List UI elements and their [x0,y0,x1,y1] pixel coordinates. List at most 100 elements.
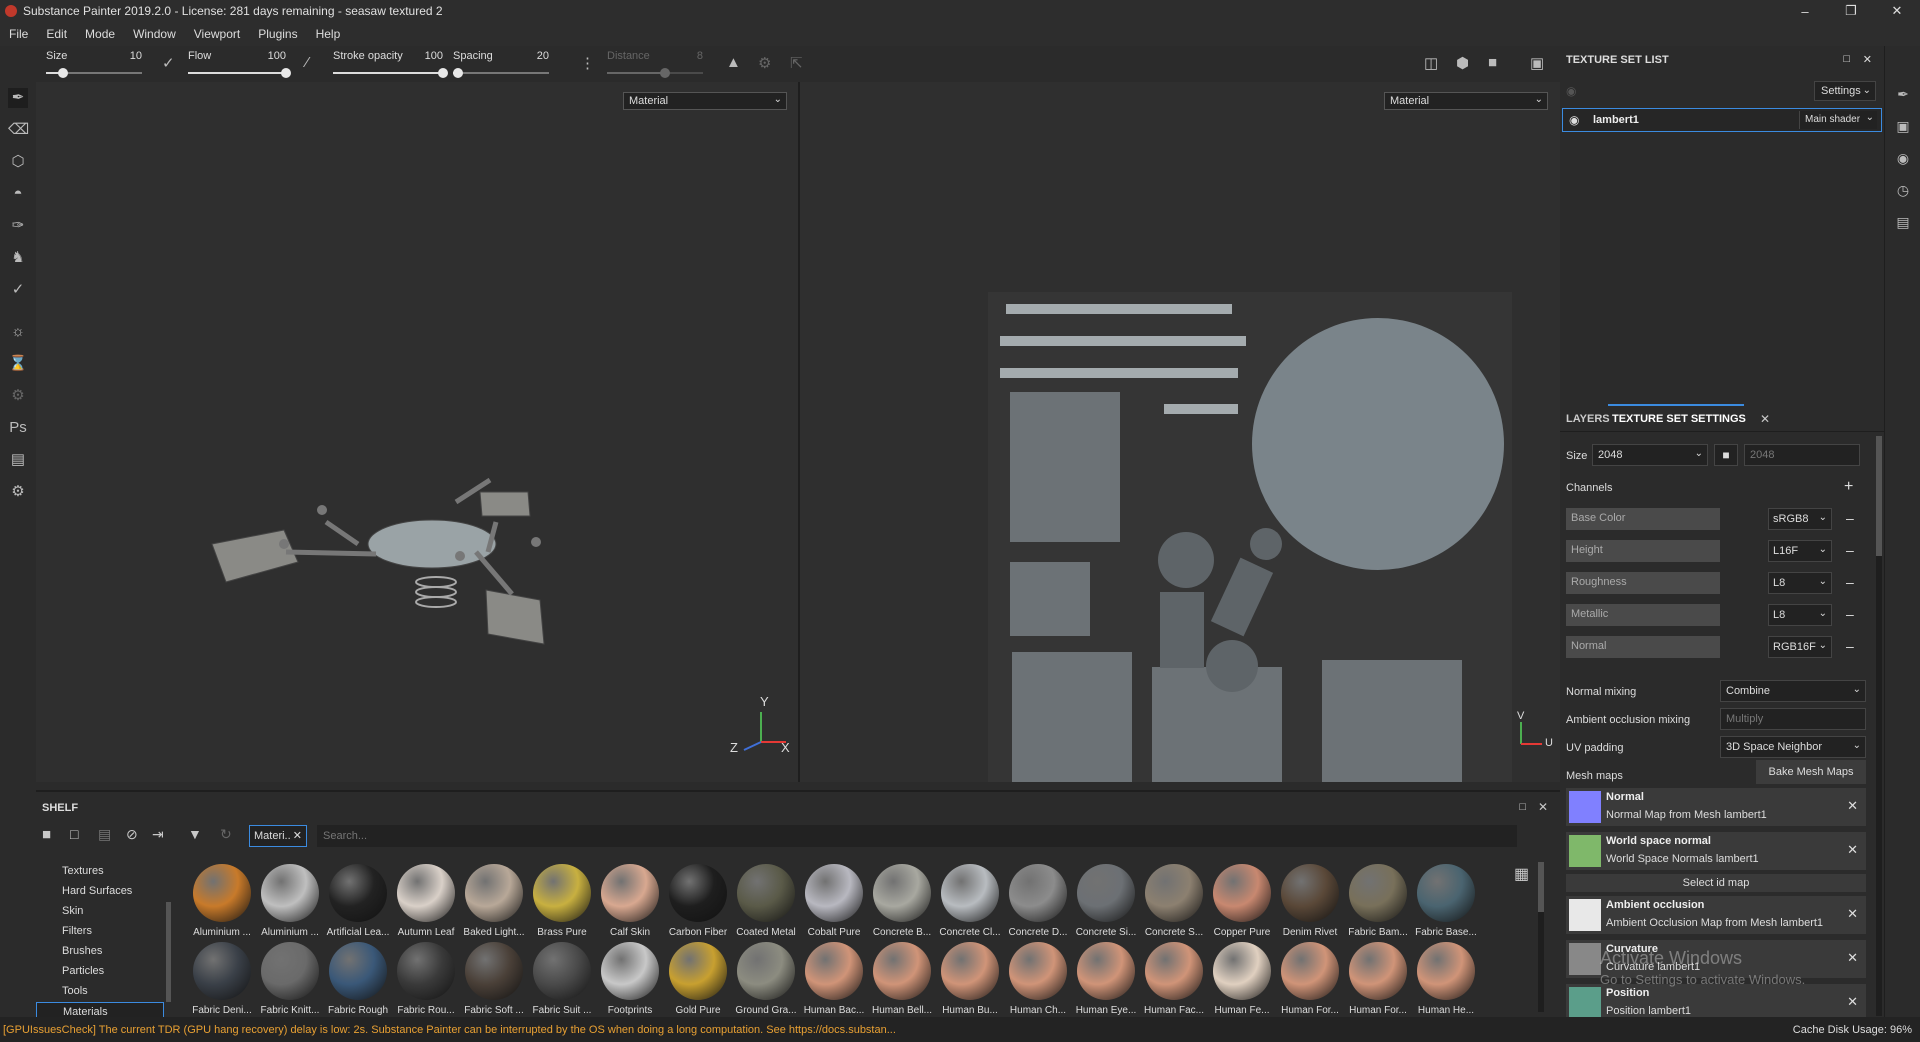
material-item[interactable]: Ground Gra... [732,942,800,1024]
restore-button[interactable]: ❐ [1828,0,1874,22]
category-scrollbar[interactable] [166,902,171,1002]
viewport-3d[interactable]: Material ⌄ Y Z X [36,82,798,782]
material-item[interactable]: Footprints [596,942,664,1024]
color-picker-icon[interactable]: ✓ [8,280,28,300]
mesh-map-slot[interactable]: Ambient occlusion Ambient Occlusion Map … [1566,896,1866,934]
tab-texture-set-settings[interactable]: TEXTURE SET SETTINGS [1612,413,1746,425]
shelf-float-icon[interactable]: □ [1519,801,1526,813]
import-icon[interactable]: ⇥ [152,826,164,843]
channel-format-select[interactable]: L8 ⌄ [1768,572,1832,594]
grid-view-icon[interactable]: ▦ [1514,864,1529,884]
hide-icon[interactable]: ⊘ [126,826,138,843]
material-item[interactable]: Human Eye... [1072,942,1140,1024]
material-item[interactable]: Calf Skin [596,864,664,946]
channel-format-select[interactable]: L8 ⌄ [1768,604,1832,626]
material-item[interactable]: Gold Pure [664,942,732,1024]
material-item[interactable]: Fabric Rough [324,942,392,1024]
projection-icon[interactable]: ⬡ [8,152,28,172]
shelf-close-icon[interactable]: ✕ [1538,800,1548,814]
material-item[interactable]: Concrete D... [1004,864,1072,946]
menu-edit[interactable]: Edit [37,27,76,41]
camera-icon[interactable]: ■ [1488,54,1497,71]
stroke-opacity-slider[interactable]: Stroke opacity 100 [333,48,448,80]
bake-mesh-maps-button[interactable]: Bake Mesh Maps [1756,760,1866,784]
tab-layers[interactable]: LAYERS [1566,413,1610,425]
material-item[interactable]: Aluminium ... [256,864,324,946]
channel-format-select[interactable]: L16F ⌄ [1768,540,1832,562]
material-item[interactable]: Human For... [1276,942,1344,1024]
shelf-category-item[interactable]: Tools [36,982,164,1002]
shelf-category-item[interactable]: Hard Surfaces [36,882,164,902]
uv-padding-select[interactable]: 3D Space Neighbor ⌄ [1720,736,1866,758]
material-item[interactable]: Cobalt Pure [800,864,868,946]
remove-channel-icon[interactable]: – [1846,574,1854,590]
flow-slider[interactable]: Flow 100 [188,48,291,80]
polygon-fill-icon[interactable]: ◓ [8,184,28,204]
material-item[interactable]: Human Ch... [1004,942,1072,1024]
material-item[interactable]: Fabric Knitt... [256,942,324,1024]
refresh-icon[interactable]: ↻ [220,826,232,843]
close-panel-icon[interactable]: ✕ [1863,53,1872,66]
lock-icon[interactable]: ■ [1714,444,1738,466]
shelf-search-input[interactable] [317,825,1517,847]
material-item[interactable]: Artificial Lea... [324,864,392,946]
material-item[interactable]: Fabric Rou... [392,942,460,1024]
add-channel-icon[interactable]: + [1844,478,1853,496]
brush-pressure-icon[interactable]: ✓ [162,54,175,72]
material-item[interactable]: Human He... [1412,942,1480,1024]
visibility-eye-icon[interactable]: ◉ [1569,113,1579,127]
menu-viewport[interactable]: Viewport [185,27,249,41]
menu-file[interactable]: File [0,27,37,41]
material-item[interactable]: Human Bac... [800,942,868,1024]
material-item[interactable]: Denim Rivet [1276,864,1344,946]
select-id-map-button[interactable]: Select id map [1566,874,1866,892]
material-item[interactable]: Concrete B... [868,864,936,946]
material-item[interactable]: Fabric Base... [1412,864,1480,946]
shelf-category-item[interactable]: Skin [36,902,164,922]
display-settings-icon[interactable]: ◉ [1893,150,1913,170]
status-message[interactable]: [GPUIssuesCheck] The current TDR (GPU ha… [0,1024,896,1036]
shelf-category-item[interactable]: Filters [36,922,164,942]
menu-help[interactable]: Help [307,27,350,41]
material-item[interactable]: Fabric Soft ... [460,942,528,1024]
material-item[interactable]: Brass Pure [528,864,596,946]
material-scrollbar[interactable] [1538,862,1544,1012]
material-item[interactable]: Fabric Bam... [1344,864,1412,946]
panel-scrollbar[interactable] [1876,436,1882,1016]
texture-set-row[interactable]: ◉ lambert1 Main shader ⌄ [1562,108,1882,132]
clear-mesh-map-icon[interactable]: ✕ [1847,842,1858,858]
symmetry-icon[interactable]: ▲ [726,54,741,71]
remove-channel-icon[interactable]: – [1846,510,1854,526]
size-select[interactable]: 2048 ⌄ [1592,444,1708,466]
new-folder-icon[interactable]: □ [70,826,78,842]
channel-name[interactable]: Normal [1566,636,1720,658]
clear-mesh-map-icon[interactable]: ✕ [1847,950,1858,966]
material-item[interactable]: Fabric Deni... [188,942,256,1024]
channel-format-select[interactable]: sRGB8 ⌄ [1768,508,1832,530]
folder-icon[interactable]: ■ [42,826,51,843]
shelf-category-item[interactable]: Brushes [36,942,164,962]
channel-format-select[interactable]: RGB16F ⌄ [1768,636,1832,658]
material-item[interactable]: Human Bu... [936,942,1004,1024]
material-item[interactable]: Fabric Suit ... [528,942,596,1024]
active-filter-tag[interactable]: Materi.. ✕ [249,825,307,847]
material-item[interactable]: Baked Light... [460,864,528,946]
close-button[interactable]: ✕ [1874,0,1920,22]
material-item[interactable]: Concrete Si... [1072,864,1140,946]
material-item[interactable]: Human Bell... [868,942,936,1024]
screenshot-icon[interactable]: ▣ [1530,54,1544,72]
material-item[interactable]: Copper Pure [1208,864,1276,946]
close-tab-icon[interactable]: ✕ [1760,412,1770,426]
shelf-category-item[interactable]: Particles [36,962,164,982]
remove-channel-icon[interactable]: – [1846,542,1854,558]
channel-name[interactable]: Base Color [1566,508,1720,530]
viewport-2d[interactable]: Material ⌄ V U [800,82,1560,782]
minimize-button[interactable]: – [1782,0,1828,22]
mesh-map-slot[interactable]: World space normal World Space Normals l… [1566,832,1866,870]
clone-stamp-icon[interactable]: ♞ [8,248,28,268]
smudge-icon[interactable]: ✑ [8,216,28,236]
shelf-category-item[interactable]: Textures [36,862,164,882]
split-view-icon[interactable]: ◫ [1424,54,1438,72]
texture-set-settings-button[interactable]: Settings ⌄ [1814,81,1876,101]
photoshop-icon[interactable]: Ps [8,418,28,438]
